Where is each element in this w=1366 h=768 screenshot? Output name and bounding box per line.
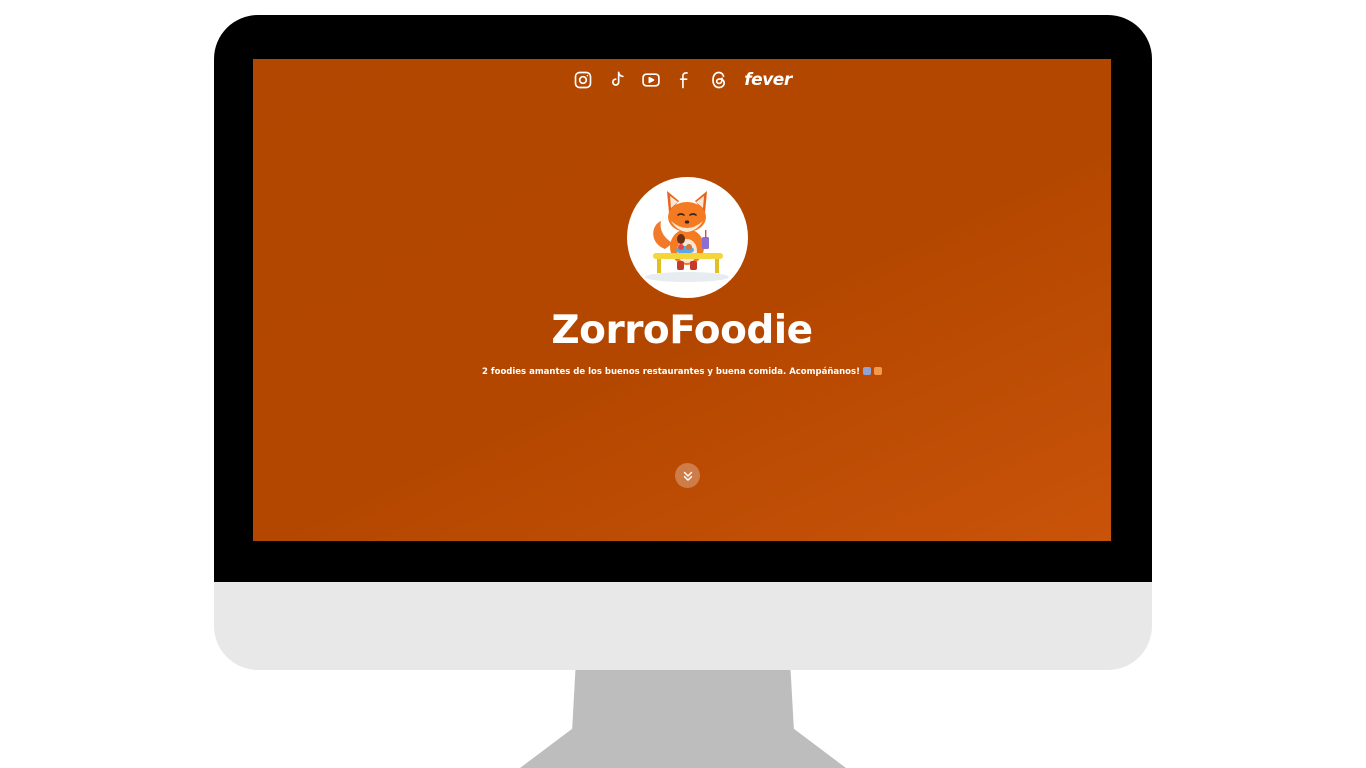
fox-emoji-icon: [873, 366, 882, 375]
profile-avatar: [627, 177, 748, 298]
site-title: ZorroFoodie: [551, 308, 813, 353]
monitor-stand: [520, 670, 846, 768]
monitor-mockup: fever ZorroFoodie 2 foodies amantes de l…: [0, 0, 1366, 768]
youtube-icon[interactable]: [640, 69, 662, 91]
fork-knife-emoji-icon: [862, 366, 871, 375]
fox-mascot-illustration: [645, 191, 729, 282]
tiktok-icon[interactable]: [606, 69, 628, 91]
instagram-icon[interactable]: [572, 69, 594, 91]
screen-landing-page: fever ZorroFoodie 2 foodies amantes de l…: [253, 59, 1111, 541]
social-links-bar: fever: [253, 69, 1111, 91]
site-tagline: 2 foodies amantes de los buenos restaura…: [253, 366, 1111, 377]
tagline-text: 2 foodies amantes de los buenos restaura…: [482, 366, 860, 377]
chevrons-down-icon: [683, 471, 692, 481]
fever-link[interactable]: fever: [744, 70, 792, 90]
monitor-chin: [214, 582, 1152, 670]
facebook-icon[interactable]: [674, 69, 696, 91]
threads-icon[interactable]: [708, 69, 730, 91]
scroll-down-button[interactable]: [675, 463, 700, 488]
